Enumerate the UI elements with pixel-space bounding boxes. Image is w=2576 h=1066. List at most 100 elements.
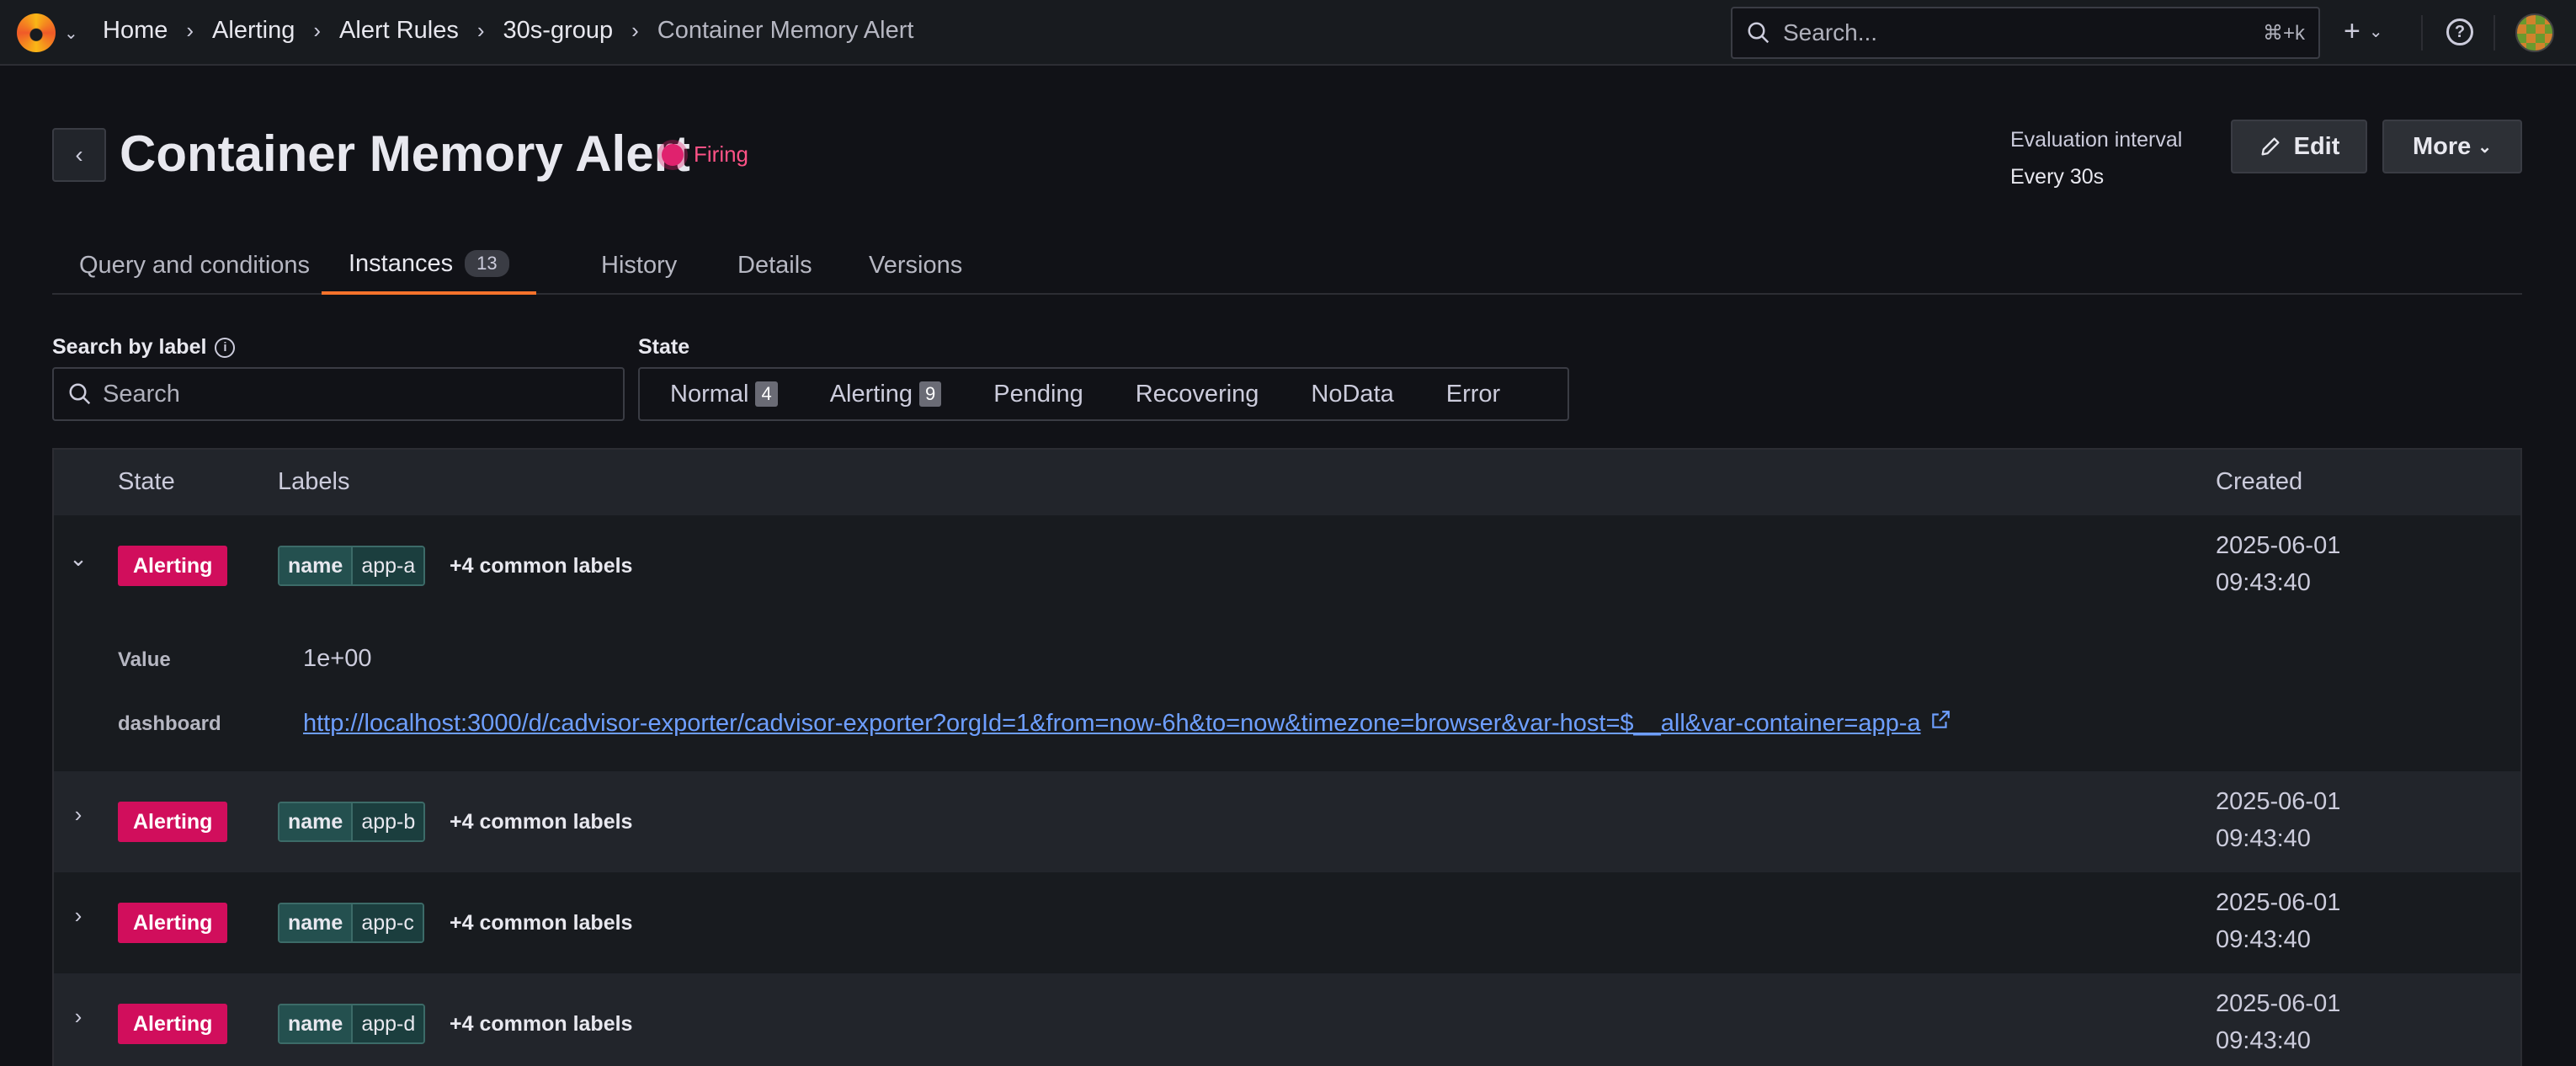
state-filter-title: State bbox=[638, 335, 690, 359]
home-menu-button[interactable]: ⌄ bbox=[17, 13, 78, 52]
pencil-icon bbox=[2261, 137, 2280, 156]
breadcrumb-current: Container Memory Alert bbox=[657, 17, 914, 44]
chevron-down-icon[interactable]: ⌄ bbox=[66, 546, 91, 572]
state-option-label: Error bbox=[1445, 380, 1501, 408]
label-search-title-text: Search by label bbox=[52, 335, 207, 359]
created-timestamp: 2025-06-01 09:43:40 bbox=[2216, 884, 2340, 958]
table-row: › Alerting name app-c +4 common labels 2… bbox=[54, 872, 2520, 973]
tab-label: Query and conditions bbox=[79, 251, 311, 279]
state-option-label: Pending bbox=[993, 380, 1083, 408]
table-row: ⌄ Alerting name app-a +4 common labels 2… bbox=[54, 515, 2520, 771]
top-bar: ⌄ Home › Alerting › Alert Rules › 30s-gr… bbox=[0, 0, 2576, 66]
tab-query-and-conditions[interactable]: Query and conditions bbox=[52, 236, 337, 295]
chevron-right-icon[interactable]: › bbox=[66, 802, 91, 828]
dashboard-link[interactable]: http://localhost:3000/d/cadvisor-exporte… bbox=[303, 709, 1951, 738]
status-badge: Firing bbox=[662, 141, 748, 168]
breadcrumb-alerting[interactable]: Alerting bbox=[212, 17, 295, 45]
breadcrumb-group[interactable]: 30s-group bbox=[503, 17, 614, 45]
created-time: 09:43:40 bbox=[2216, 825, 2311, 852]
tab-versions[interactable]: Versions bbox=[842, 236, 989, 295]
label-chip: name app-a bbox=[278, 546, 426, 586]
created-date: 2025-06-01 bbox=[2216, 532, 2341, 559]
external-link-icon bbox=[1931, 711, 1950, 728]
tab-history[interactable]: History bbox=[574, 236, 704, 295]
global-search-input[interactable]: Search... ⌘+k bbox=[1731, 7, 2320, 59]
breadcrumb-home[interactable]: Home bbox=[103, 17, 168, 45]
created-time: 09:43:40 bbox=[2216, 926, 2311, 953]
column-header-labels: Labels bbox=[278, 468, 350, 495]
chevron-right-icon[interactable]: › bbox=[66, 1004, 91, 1030]
tab-bar: Query and conditions Instances 13 Histor… bbox=[52, 236, 2522, 295]
label-search-input[interactable]: Search bbox=[52, 367, 625, 421]
state-count-badge: 9 bbox=[919, 381, 942, 407]
state-option-nodata[interactable]: NoData bbox=[1285, 369, 1419, 419]
label-chip: name app-c bbox=[278, 903, 424, 943]
divider bbox=[2494, 15, 2495, 51]
label-chip: name app-d bbox=[278, 1004, 426, 1044]
more-label: More bbox=[2412, 132, 2472, 160]
state-option-alerting[interactable]: Alerting 9 bbox=[804, 369, 968, 419]
edit-button[interactable]: Edit bbox=[2231, 120, 2367, 173]
search-icon bbox=[69, 383, 91, 405]
created-timestamp: 2025-06-01 09:43:40 bbox=[2216, 783, 2340, 857]
label-search-placeholder: Search bbox=[103, 380, 180, 408]
info-icon[interactable]: i bbox=[215, 337, 236, 358]
eval-label: Evaluation interval bbox=[2010, 128, 2183, 152]
state-badge: Alerting bbox=[118, 903, 228, 943]
state-badge: Alerting bbox=[118, 802, 228, 842]
help-icon[interactable]: ? bbox=[2446, 19, 2473, 45]
tab-label: Versions bbox=[869, 251, 963, 279]
dashboard-url: http://localhost:3000/d/cadvisor-exporte… bbox=[303, 710, 1921, 737]
edit-label: Edit bbox=[2293, 132, 2340, 160]
state-option-recovering[interactable]: Recovering bbox=[1110, 369, 1285, 419]
label-key: name bbox=[279, 904, 352, 941]
column-header-created[interactable]: Created bbox=[2216, 468, 2302, 496]
back-button[interactable]: ‹ bbox=[52, 128, 106, 182]
created-date: 2025-06-01 bbox=[2216, 990, 2341, 1017]
created-time: 09:43:40 bbox=[2216, 569, 2311, 596]
new-button[interactable]: + ⌄ bbox=[2344, 15, 2383, 48]
search-shortcut: ⌘+k bbox=[2262, 21, 2305, 45]
created-date: 2025-06-01 bbox=[2216, 788, 2341, 815]
label-key: name bbox=[279, 803, 352, 840]
breadcrumb: Home › Alerting › Alert Rules › 30s-grou… bbox=[103, 17, 913, 45]
search-icon bbox=[1748, 22, 1770, 44]
common-labels-toggle[interactable]: +4 common labels bbox=[450, 810, 632, 834]
created-date: 2025-06-01 bbox=[2216, 889, 2341, 916]
table-row: › Alerting name app-d +4 common labels 2… bbox=[54, 973, 2520, 1066]
created-timestamp: 2025-06-01 09:43:40 bbox=[2216, 527, 2340, 601]
table-header: State Labels Created bbox=[54, 450, 2520, 515]
value-text: 1e+00 bbox=[303, 645, 372, 672]
chevron-down-icon: ⌄ bbox=[2368, 23, 2383, 41]
plus-icon: + bbox=[2344, 15, 2360, 47]
firing-dot-icon bbox=[662, 143, 684, 166]
chevron-right-icon[interactable]: › bbox=[66, 903, 91, 929]
divider bbox=[2421, 15, 2423, 51]
chevron-left-icon: ‹ bbox=[75, 141, 83, 168]
tab-label: Instances bbox=[349, 249, 454, 277]
created-timestamp: 2025-06-01 09:43:40 bbox=[2216, 985, 2340, 1059]
state-option-normal[interactable]: Normal 4 bbox=[640, 369, 804, 419]
status-text: Firing bbox=[694, 141, 749, 167]
common-labels-toggle[interactable]: +4 common labels bbox=[450, 911, 632, 935]
state-option-error[interactable]: Error bbox=[1420, 369, 1526, 419]
more-button[interactable]: More ⌄ bbox=[2382, 120, 2522, 173]
state-option-label: NoData bbox=[1311, 380, 1394, 408]
created-time: 09:43:40 bbox=[2216, 1027, 2311, 1054]
avatar[interactable] bbox=[2515, 13, 2554, 52]
chevron-right-icon: › bbox=[631, 18, 639, 43]
value-label: Value bbox=[118, 648, 171, 671]
tab-label: Details bbox=[737, 251, 812, 279]
table-row: › Alerting name app-b +4 common labels 2… bbox=[54, 771, 2520, 872]
column-header-state: State bbox=[118, 468, 175, 495]
tab-instances[interactable]: Instances 13 bbox=[322, 236, 536, 295]
breadcrumb-alert-rules[interactable]: Alert Rules bbox=[339, 17, 459, 45]
label-value: app-b bbox=[351, 803, 424, 840]
eval-value: Every 30s bbox=[2010, 165, 2105, 189]
common-labels-toggle[interactable]: +4 common labels bbox=[450, 1012, 632, 1037]
common-labels-toggle[interactable]: +4 common labels bbox=[450, 554, 632, 578]
state-option-pending[interactable]: Pending bbox=[967, 369, 1109, 419]
tab-details[interactable]: Details bbox=[711, 236, 839, 295]
state-option-label: Alerting bbox=[829, 380, 913, 408]
label-search-title: Search by label i bbox=[52, 335, 236, 360]
